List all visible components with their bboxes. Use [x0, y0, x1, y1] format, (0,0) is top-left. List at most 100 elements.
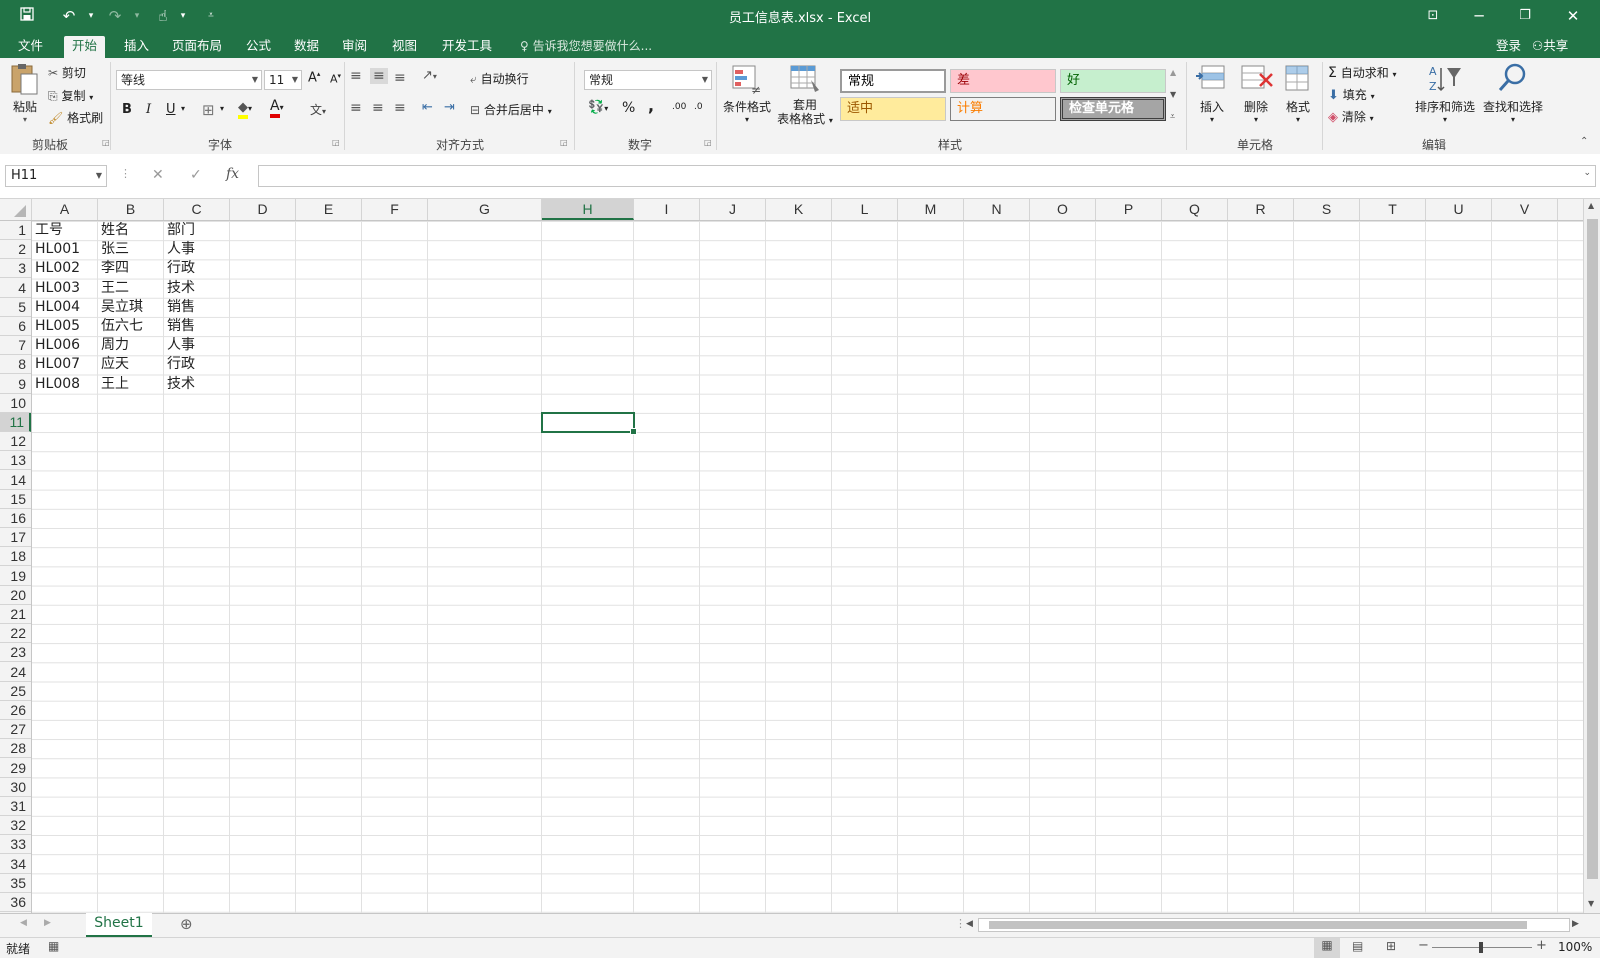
style-normal[interactable]: 常规 [840, 69, 946, 93]
align-middle-icon[interactable]: ≡ [370, 68, 388, 84]
row-header-6[interactable]: 6 [0, 317, 31, 336]
font-color-button[interactable]: A▾ [270, 98, 284, 118]
cell-a9[interactable]: HL008 [32, 375, 98, 394]
cut-button[interactable]: ✂ 剪切 [48, 64, 86, 81]
tab-split-icon[interactable]: ⋮ [955, 917, 966, 930]
font-size-select[interactable]: 11 ▼ [264, 70, 302, 90]
scroll-up-icon[interactable]: ▲ [1588, 201, 1594, 210]
tab-page-layout[interactable]: 页面布局 [164, 36, 230, 58]
row-header-34[interactable]: 34 [0, 855, 31, 874]
enter-icon[interactable]: ✓ [190, 167, 202, 183]
cell-b6[interactable]: 伍六七 [98, 317, 164, 336]
column-header-j[interactable]: J [700, 199, 766, 220]
prev-sheet-icon[interactable]: ◀ [20, 918, 27, 928]
cell-c4[interactable]: 技术 [164, 279, 230, 298]
expand-formula-icon[interactable]: ⌄ [1583, 168, 1591, 178]
underline-dropdown-icon[interactable]: ▾ [181, 104, 185, 113]
tab-file[interactable]: 文件 [10, 36, 51, 58]
orientation-icon[interactable]: ↗▾ [422, 68, 437, 83]
percent-button[interactable]: % [622, 100, 635, 116]
style-calculation[interactable]: 计算 [950, 97, 1056, 121]
underline-button[interactable]: U [166, 102, 176, 117]
tab-review[interactable]: 审阅 [334, 36, 375, 58]
column-header-i[interactable]: I [634, 199, 700, 220]
row-header-25[interactable]: 25 [0, 682, 31, 701]
fill-color-button[interactable]: ◆▾ [238, 100, 252, 119]
autosum-button[interactable]: Σ 自动求和 ▾ [1328, 64, 1397, 81]
alignment-launcher-icon[interactable]: ◲ [560, 138, 568, 147]
format-cells-button[interactable]: 格式 ▾ [1278, 62, 1318, 124]
row-header-24[interactable]: 24 [0, 663, 31, 682]
decrease-decimal-button[interactable]: .0 [694, 102, 703, 112]
row-header-4[interactable]: 4 [0, 279, 31, 298]
row-header-26[interactable]: 26 [0, 701, 31, 720]
cell-b3[interactable]: 李四 [98, 259, 164, 278]
vertical-scrollbar[interactable]: ▲ ▼ [1583, 199, 1600, 913]
formula-input[interactable]: ⌄ [258, 165, 1596, 187]
insert-function-button[interactable]: fx [226, 166, 239, 182]
row-header-21[interactable]: 21 [0, 605, 31, 624]
cell-a2[interactable]: HL001 [32, 240, 98, 259]
cell-b9[interactable]: 王上 [98, 375, 164, 394]
cell-c5[interactable]: 销售 [164, 298, 230, 317]
macro-record-icon[interactable]: ▦ [48, 939, 59, 953]
style-neutral[interactable]: 适中 [840, 97, 946, 121]
login-link[interactable]: 登录 [1496, 36, 1521, 56]
decrease-indent-icon[interactable]: ⇤ [422, 100, 433, 115]
currency-icon[interactable]: 💱▾ [588, 100, 608, 115]
find-select-button[interactable]: 查找和选择 ▾ [1480, 62, 1546, 124]
scroll-left-icon[interactable]: ◀ [966, 919, 973, 929]
column-header-e[interactable]: E [296, 199, 362, 220]
row-header-30[interactable]: 30 [0, 778, 31, 797]
tab-insert[interactable]: 插入 [116, 36, 157, 58]
column-header-o[interactable]: O [1030, 199, 1096, 220]
row-header-19[interactable]: 19 [0, 567, 31, 586]
cell-c9[interactable]: 技术 [164, 375, 230, 394]
clear-button[interactable]: ◈ 清除 ▾ [1328, 108, 1374, 125]
number-launcher-icon[interactable]: ◲ [704, 138, 712, 147]
resize-dots-icon[interactable]: ⋮ [120, 167, 131, 180]
row-header-2[interactable]: 2 [0, 240, 31, 260]
sheet-tab-sheet1[interactable]: Sheet1 [86, 913, 152, 938]
column-header-q[interactable]: Q [1162, 199, 1228, 220]
row-header-33[interactable]: 33 [0, 835, 31, 855]
scroll-down-icon[interactable]: ▼ [1588, 899, 1594, 908]
cell-b8[interactable]: 应天 [98, 355, 164, 374]
cell-a6[interactable]: HL005 [32, 317, 98, 336]
cell-b1[interactable]: 姓名 [98, 221, 164, 240]
row-header-31[interactable]: 31 [0, 797, 31, 816]
align-center-icon[interactable]: ≡ [372, 100, 384, 116]
cell-a4[interactable]: HL003 [32, 279, 98, 298]
column-header-l[interactable]: L [832, 199, 898, 220]
select-all-corner[interactable] [0, 199, 32, 220]
row-header-8[interactable]: 8 [0, 355, 31, 375]
align-right-icon[interactable]: ≡ [394, 100, 406, 116]
ribbon-display-icon[interactable]: ⊡ [1410, 0, 1456, 32]
bold-button[interactable]: B [122, 102, 132, 117]
column-header-r[interactable]: R [1228, 199, 1294, 220]
cell-c7[interactable]: 人事 [164, 336, 230, 355]
row-header-35[interactable]: 35 [0, 874, 31, 893]
page-layout-view-icon[interactable]: ▤ [1352, 939, 1363, 953]
minimize-icon[interactable]: ─ [1456, 0, 1502, 32]
font-launcher-icon[interactable]: ◲ [332, 138, 340, 147]
share-button[interactable]: ⚇共享 [1532, 36, 1568, 56]
restore-icon[interactable]: ❐ [1502, 0, 1548, 32]
border-dropdown-icon[interactable]: ▾ [220, 104, 224, 113]
increase-indent-icon[interactable]: ⇥ [444, 100, 455, 115]
cell-c6[interactable]: 销售 [164, 317, 230, 336]
row-header-9[interactable]: 9 [0, 375, 31, 394]
paste-dropdown-icon[interactable]: ▾ [6, 115, 44, 124]
italic-button[interactable]: I [146, 102, 151, 117]
column-header-c[interactable]: C [164, 199, 230, 220]
zoom-slider-thumb[interactable] [1479, 942, 1483, 953]
row-header-15[interactable]: 15 [0, 490, 31, 509]
row-header-14[interactable]: 14 [0, 471, 31, 490]
row-header-32[interactable]: 32 [0, 816, 31, 836]
paste-button[interactable]: 粘贴 ▾ [6, 62, 44, 124]
increase-decimal-button[interactable]: .00 [672, 102, 686, 112]
style-check-cell[interactable]: 检查单元格 [1060, 97, 1166, 121]
column-header-f[interactable]: F [362, 199, 428, 220]
tab-formulas[interactable]: 公式 [238, 36, 279, 58]
grow-font-button[interactable]: A▴ [308, 70, 320, 85]
